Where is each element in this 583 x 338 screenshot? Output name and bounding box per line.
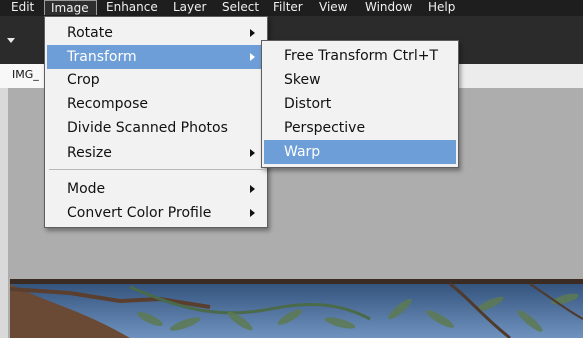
submenu-arrow-icon	[250, 149, 255, 157]
menu-filter[interactable]: Filter	[273, 0, 303, 16]
menu-item-label: Warp	[284, 144, 321, 160]
menu-item-resize[interactable]: Resize	[47, 141, 265, 165]
canvas-border	[0, 88, 8, 338]
menu-item-label: Perspective	[284, 120, 366, 136]
menu-layer[interactable]: Layer	[173, 0, 206, 16]
menu-item-label: Distort	[284, 96, 332, 112]
menu-item-transform[interactable]: Transform	[47, 45, 265, 69]
menu-window[interactable]: Window	[365, 0, 412, 16]
menu-item-label: Free Transform	[284, 48, 388, 64]
menu-view[interactable]: View	[319, 0, 347, 16]
image-menu: Rotate Transform Crop Recompose Divide S…	[44, 16, 268, 228]
menu-item-perspective[interactable]: Perspective	[264, 116, 456, 140]
menu-image[interactable]: Image	[44, 0, 97, 15]
menu-item-mode[interactable]: Mode	[47, 177, 265, 201]
menu-item-distort[interactable]: Distort	[264, 92, 456, 116]
menu-item-free-transform[interactable]: Free Transform Ctrl+T	[264, 44, 456, 68]
transform-submenu: Free Transform Ctrl+T Skew Distort Persp…	[261, 40, 459, 168]
menu-enhance[interactable]: Enhance	[106, 0, 158, 16]
menu-item-label: Divide Scanned Photos	[67, 120, 228, 136]
tool-preset-dropdown-icon[interactable]	[7, 38, 15, 43]
menu-item-label: Skew	[284, 72, 321, 88]
menu-edit[interactable]: Edit	[11, 0, 34, 16]
menu-item-convert-color-profile[interactable]: Convert Color Profile	[47, 201, 265, 225]
menu-bar: Edit Image Enhance Layer Select Filter V…	[0, 0, 583, 16]
menu-item-label: Recompose	[67, 96, 148, 112]
menu-help[interactable]: Help	[428, 0, 455, 16]
menu-item-warp[interactable]: Warp	[264, 140, 456, 164]
menu-item-label: Convert Color Profile	[67, 205, 212, 221]
menu-item-label: Crop	[67, 72, 100, 88]
photo-image	[10, 279, 583, 338]
menu-item-skew[interactable]: Skew	[264, 68, 456, 92]
menu-item-label: Mode	[67, 181, 106, 197]
menu-item-crop[interactable]: Crop	[47, 68, 265, 92]
submenu-arrow-icon	[250, 29, 255, 37]
menu-item-recompose[interactable]: Recompose	[47, 92, 265, 116]
menu-item-rotate[interactable]: Rotate	[47, 21, 265, 45]
submenu-arrow-icon	[250, 53, 255, 61]
menu-item-label: Rotate	[67, 25, 113, 41]
submenu-arrow-icon	[250, 185, 255, 193]
menu-select[interactable]: Select	[222, 0, 259, 16]
menu-item-label: Resize	[67, 145, 112, 161]
submenu-arrow-icon	[250, 209, 255, 217]
photo-canvas[interactable]	[10, 279, 583, 338]
document-tab[interactable]: IMG_	[0, 64, 46, 88]
menu-item-label: Transform	[67, 49, 137, 65]
menu-item-divide-scanned-photos[interactable]: Divide Scanned Photos	[47, 116, 265, 140]
menu-item-shortcut: Ctrl+T	[392, 48, 438, 64]
menu-separator	[49, 169, 263, 170]
